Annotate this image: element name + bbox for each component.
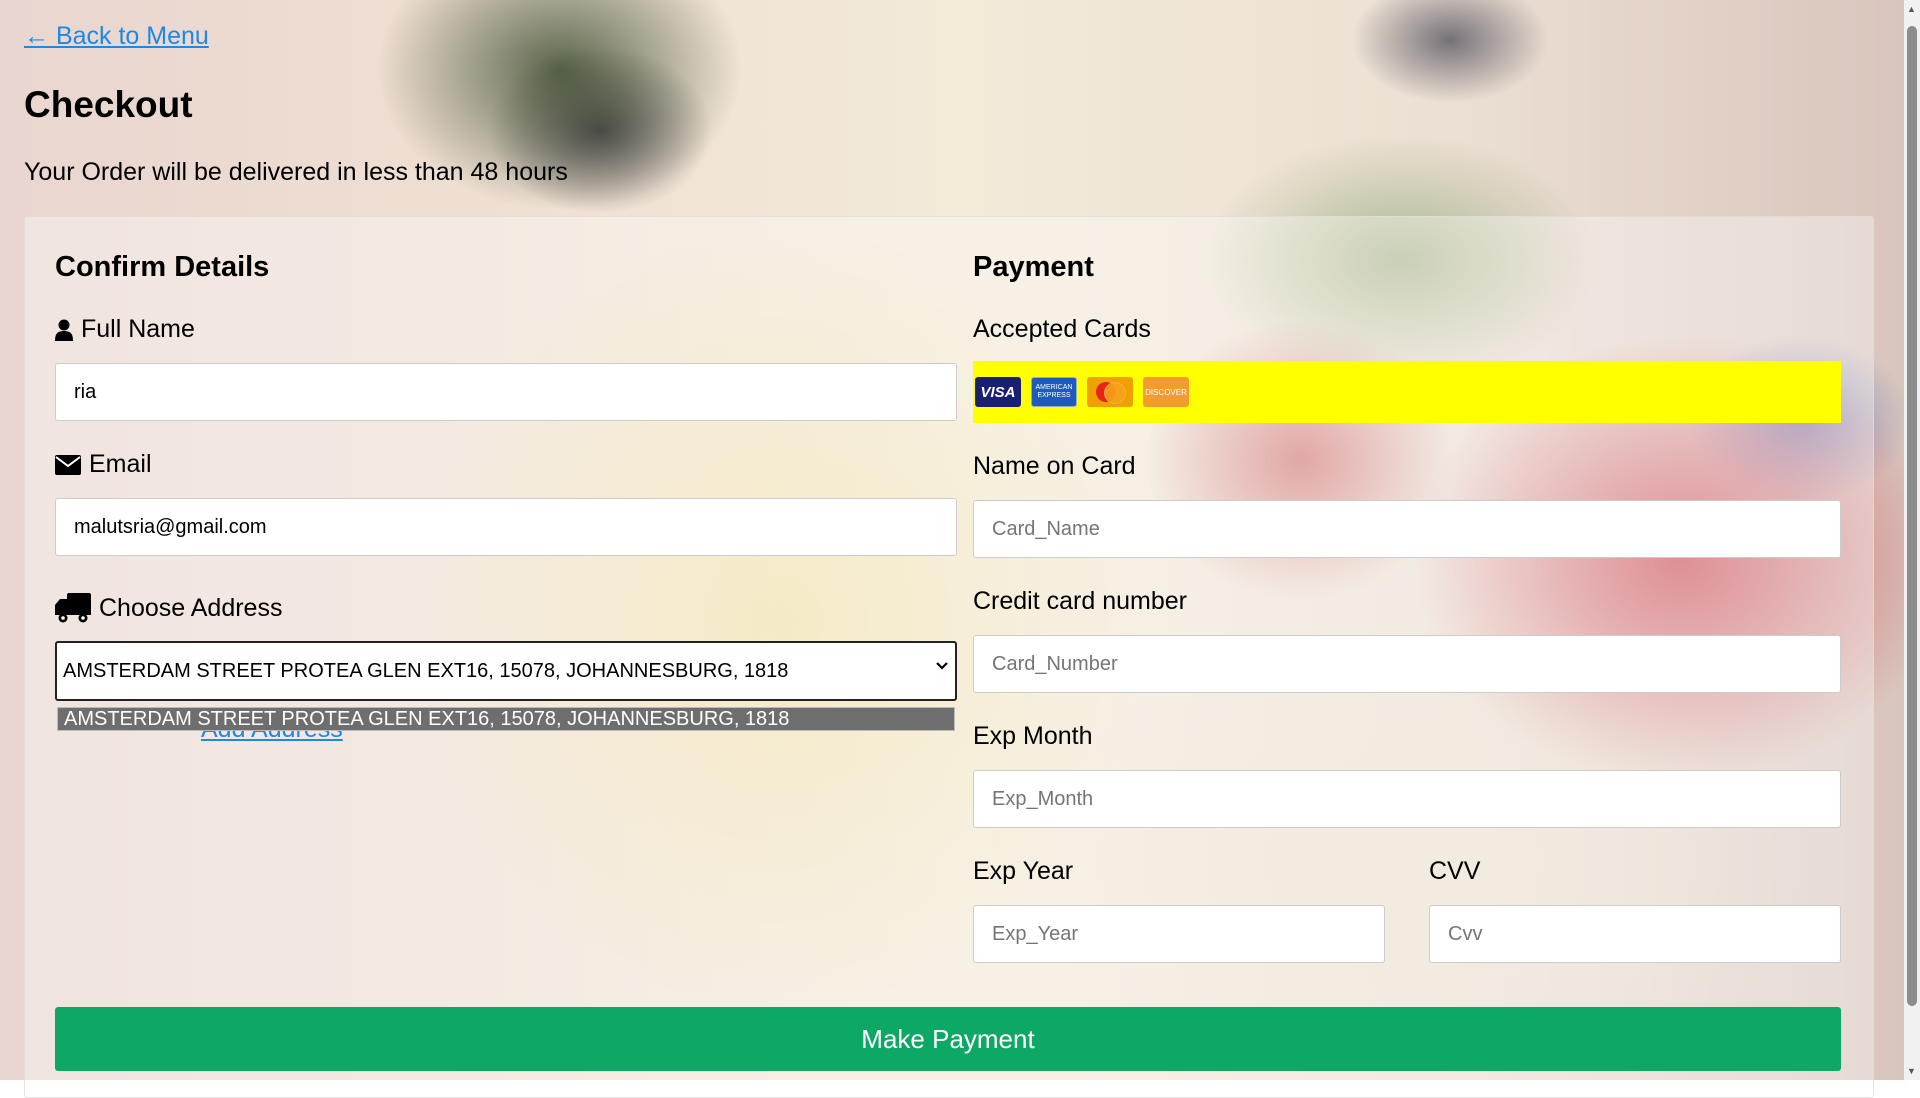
checkout-page: ← Back to Menu Checkout Your Order will … bbox=[0, 0, 1904, 1098]
amex-card-icon: AMERICAN EXPRESS bbox=[1031, 377, 1077, 407]
email-input[interactable] bbox=[55, 498, 957, 556]
vertical-scrollbar[interactable]: ▲ ▼ bbox=[1904, 0, 1920, 1080]
cvv-input[interactable] bbox=[1429, 905, 1841, 963]
card-number-input[interactable] bbox=[973, 635, 1841, 693]
envelope-icon bbox=[55, 454, 81, 475]
cvv-label: CVV bbox=[1429, 857, 1481, 885]
visa-card-icon: VISA bbox=[975, 377, 1021, 407]
name-on-card-input[interactable] bbox=[973, 500, 1841, 558]
exp-year-label: Exp Year bbox=[973, 857, 1074, 885]
scrollbar-thumb[interactable] bbox=[1907, 26, 1917, 1006]
scroll-down-arrow-icon[interactable]: ▼ bbox=[1907, 1066, 1916, 1076]
full-name-label: Full Name bbox=[55, 315, 195, 344]
back-to-menu-link[interactable]: ← Back to Menu bbox=[24, 22, 209, 51]
accepted-cards-bar: VISA AMERICAN EXPRESS DISCOVER bbox=[973, 361, 1841, 423]
scroll-up-arrow-icon[interactable]: ▲ bbox=[1907, 4, 1916, 14]
discover-card-icon: DISCOVER bbox=[1143, 377, 1189, 407]
truck-icon bbox=[55, 593, 91, 623]
address-select[interactable]: AMSTERDAM STREET PROTEA GLEN EXT16, 1507… bbox=[55, 641, 957, 701]
make-payment-button[interactable]: Make Payment bbox=[55, 1007, 1841, 1071]
email-label: Email bbox=[55, 450, 152, 479]
mastercard-card-icon bbox=[1087, 377, 1133, 407]
payment-title: Payment bbox=[973, 251, 1094, 283]
chevron-down-icon bbox=[935, 661, 949, 671]
accepted-cards-label: Accepted Cards bbox=[973, 315, 1151, 343]
exp-month-label: Exp Month bbox=[973, 722, 1093, 750]
confirm-details-title: Confirm Details bbox=[55, 251, 270, 283]
delivery-notice: Your Order will be delivered in less tha… bbox=[24, 158, 568, 186]
exp-month-input[interactable] bbox=[973, 770, 1841, 828]
card-number-label: Credit card number bbox=[973, 587, 1187, 615]
address-select-value: AMSTERDAM STREET PROTEA GLEN EXT16, 1507… bbox=[63, 659, 789, 682]
page-title: Checkout bbox=[24, 84, 193, 125]
full-name-input[interactable] bbox=[55, 363, 957, 421]
exp-year-input[interactable] bbox=[973, 905, 1385, 963]
address-option[interactable]: AMSTERDAM STREET PROTEA GLEN EXT16, 1507… bbox=[57, 707, 955, 731]
user-icon bbox=[55, 319, 73, 341]
address-label: Choose Address bbox=[55, 593, 282, 623]
name-on-card-label: Name on Card bbox=[973, 452, 1136, 480]
checkout-form: Confirm Details Full Name Email Choose A… bbox=[24, 216, 1874, 1098]
